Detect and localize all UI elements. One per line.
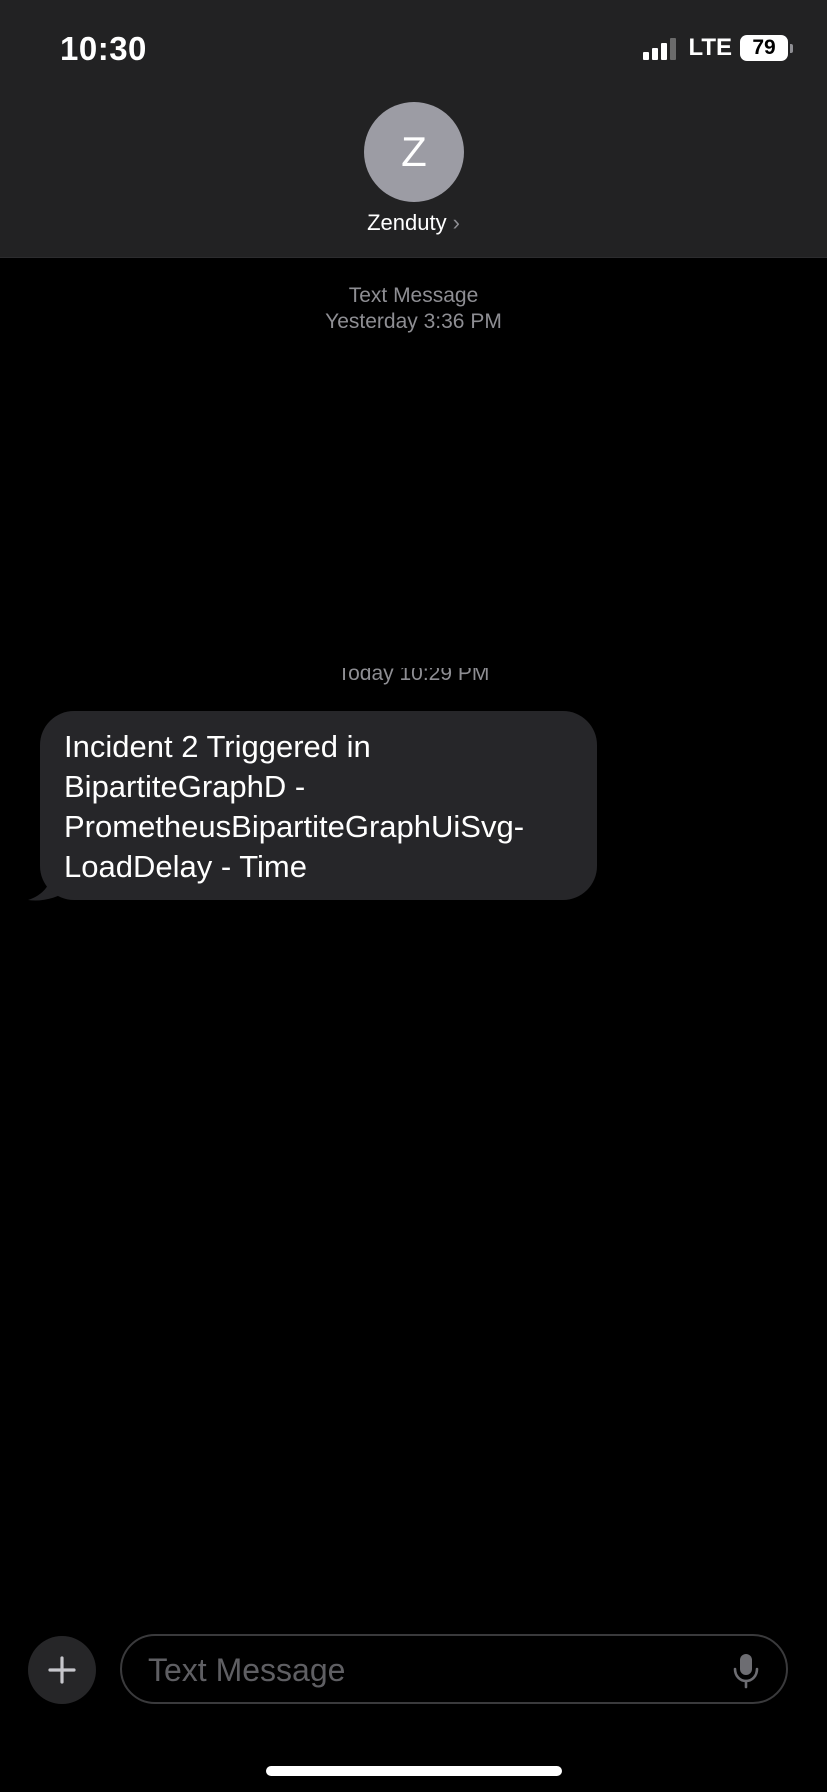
home-indicator[interactable] — [266, 1766, 562, 1776]
plus-icon — [48, 1656, 76, 1684]
contact-name: Zenduty — [367, 210, 447, 235]
message-timestamp: Yesterday 3:36 PM — [325, 310, 502, 333]
status-time: 10:30 — [60, 30, 147, 67]
contact-avatar[interactable]: Z — [364, 102, 464, 202]
status-indicators: LTE 79 — [643, 34, 793, 62]
network-type: LTE — [688, 34, 732, 61]
message-input-field[interactable] — [120, 1634, 788, 1704]
add-attachment-button[interactable] — [28, 1636, 96, 1704]
microphone-icon[interactable] — [732, 1653, 760, 1689]
battery-icon: 79 — [740, 35, 793, 61]
cellular-signal-icon — [643, 36, 677, 60]
message-input[interactable] — [148, 1646, 708, 1694]
thread-header: Text Message Yesterday 3:36 PM — [0, 283, 827, 335]
message-timestamp-today-text: Today 10:29 PM — [337, 668, 490, 685]
message-timestamp-today: Today 10:29 PM — [0, 668, 827, 690]
conversation-header: 10:30 LTE 79 Z Zenduty › — [0, 0, 827, 258]
received-message-bubble[interactable]: Incident 2 Triggered in BipartiteGraphD … — [40, 711, 597, 900]
compose-bar — [0, 1632, 827, 1712]
service-label: Text Message — [348, 284, 479, 307]
contact-name-button[interactable]: Zenduty › — [0, 210, 827, 236]
chevron-right-icon: › — [452, 210, 460, 235]
battery-level: 79 — [740, 35, 788, 61]
